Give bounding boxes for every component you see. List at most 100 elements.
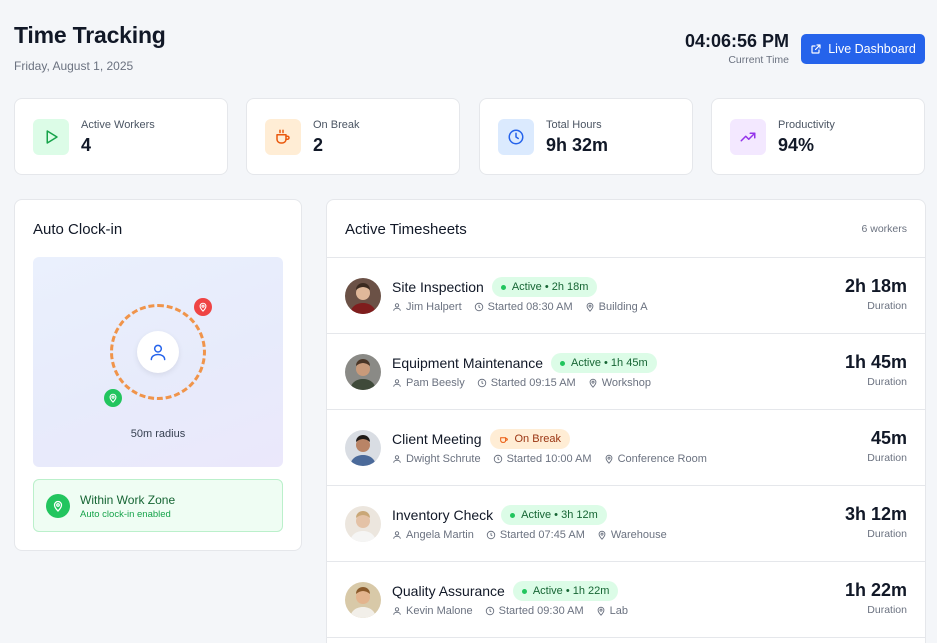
external-link-icon: [811, 44, 821, 54]
stat-card-on-break: On Break 2: [246, 98, 460, 175]
worker-name: Angela Martin: [406, 529, 474, 541]
job-title: Inventory Check: [392, 507, 494, 523]
status-badge: Active • 2h 18m: [491, 277, 598, 297]
worker-name: Pam Beesly: [406, 377, 465, 389]
trending-up-icon: [730, 119, 766, 155]
timesheet-row[interactable]: Inventory Check Active • 3h 12m Angela M…: [327, 486, 925, 562]
clock-icon: [474, 302, 483, 312]
map-pin-icon: [46, 494, 70, 518]
worker-name: Jim Halpert: [406, 301, 462, 313]
duration-value: 45m: [870, 428, 907, 448]
start-time: Started 09:15 AM: [490, 377, 576, 389]
page-header: Time Tracking Friday, August 1, 2025 04:…: [14, 22, 925, 78]
duration-value: 1h 22m: [844, 580, 907, 600]
timesheet-row[interactable]: Equipment Maintenance Active • 1h 45m Pa…: [327, 334, 925, 410]
status-text: On Break: [514, 433, 561, 445]
user-icon: [393, 607, 401, 615]
stat-card-total-hours: Total Hours 9h 32m: [479, 98, 693, 175]
geofence-map: 50m radius: [33, 257, 283, 467]
timesheet-row[interactable]: Client Meeting On Break Dwight Schrute S…: [327, 410, 925, 486]
start-time: Started 09:30 AM: [498, 605, 584, 617]
stat-card-active-workers: Active Workers 4: [14, 98, 228, 175]
status-text: Active • 1h 22m: [532, 585, 610, 597]
avatar: [345, 506, 381, 542]
user-icon: [150, 344, 166, 361]
status-dot: [500, 284, 506, 290]
start-time: Started 10:00 AM: [506, 453, 592, 465]
map-pin-icon: [104, 389, 122, 407]
start-time: Started 07:45 AM: [499, 529, 585, 541]
map-pin-icon: [598, 530, 606, 540]
status-badge: Active • 1h 22m: [512, 581, 619, 601]
clock-icon: [493, 454, 502, 464]
status-text: Active • 1h 45m: [571, 357, 648, 369]
stat-label: Active Workers: [81, 119, 155, 131]
user-location-marker: [137, 331, 179, 373]
status-badge: On Break: [489, 429, 570, 449]
auto-clock-in-card: Auto Clock-in 50m radius Within Work Zon…: [14, 199, 302, 551]
live-dashboard-label: Live Dashboard: [828, 42, 916, 56]
user-icon: [393, 455, 401, 463]
duration-label: Duration: [867, 300, 907, 312]
avatar: [345, 354, 381, 390]
job-title: Client Meeting: [392, 431, 482, 447]
stat-value: 94%: [778, 135, 815, 155]
map-pin-icon: [194, 298, 212, 316]
user-icon: [393, 303, 401, 311]
stat-label: On Break: [313, 119, 360, 131]
current-time-label: Current Time: [728, 54, 789, 66]
clock-icon: [477, 378, 486, 388]
work-zone-status: Within Work Zone Auto clock-in enabled: [33, 479, 283, 532]
location: Building A: [598, 301, 648, 313]
job-title: Equipment Maintenance: [392, 355, 543, 371]
status-dot: [521, 588, 527, 594]
map-pin-icon: [605, 454, 612, 464]
clock-icon: [486, 530, 496, 540]
stat-value: 2: [313, 135, 324, 155]
stat-value: 4: [81, 135, 92, 155]
stat-card-productivity: Productivity 94%: [711, 98, 925, 175]
duration-value: 1h 45m: [844, 352, 907, 372]
workers-count: 6 workers: [861, 223, 907, 235]
duration-value: 3h 12m: [844, 504, 907, 524]
stat-label: Total Hours: [546, 119, 602, 131]
timesheets-title: Active Timesheets: [345, 221, 467, 238]
work-zone-subtitle: Auto clock-in enabled: [80, 509, 171, 520]
map-pin-icon: [589, 378, 597, 388]
map-pin-icon: [586, 302, 594, 312]
status-dot: [510, 512, 516, 518]
avatar: [345, 278, 381, 314]
worker-name: Dwight Schrute: [406, 453, 481, 465]
avatar: [345, 430, 381, 466]
status-badge: Active • 1h 45m: [551, 353, 657, 373]
duration-label: Duration: [867, 604, 907, 616]
duration-label: Duration: [867, 528, 907, 540]
timesheets-header: Active Timesheets 6 workers: [327, 200, 925, 258]
duration-value: 2h 18m: [844, 276, 907, 296]
timesheet-row[interactable]: Quality Assurance Active • 1h 22m Kevin …: [327, 562, 925, 638]
stat-value: 9h 32m: [546, 135, 609, 155]
live-dashboard-button[interactable]: Live Dashboard: [801, 34, 925, 64]
job-title: Site Inspection: [392, 279, 484, 295]
user-icon: [393, 379, 401, 387]
current-time: 04:06:56 PM: [684, 31, 789, 51]
map-pin-icon: [597, 606, 605, 616]
stat-label: Productivity: [778, 119, 835, 131]
location: Workshop: [601, 377, 652, 389]
clock-icon: [485, 606, 494, 616]
radius-label: 50m radius: [130, 428, 186, 440]
timesheet-row[interactable]: Site Inspection Active • 2h 18m Jim Halp…: [327, 258, 925, 334]
status-dot: [560, 360, 565, 366]
duration-label: Duration: [867, 376, 907, 388]
location: Lab: [609, 605, 629, 617]
work-zone-title: Within Work Zone: [80, 493, 176, 507]
worker-name: Kevin Malone: [406, 605, 473, 617]
location: Warehouse: [610, 529, 667, 541]
status-text: Active • 3h 12m: [521, 509, 598, 521]
location: Conference Room: [617, 453, 707, 465]
auto-clock-in-title: Auto Clock-in: [33, 221, 123, 238]
clock-icon: [498, 119, 534, 155]
coffee-icon: [499, 437, 508, 443]
current-time-block: 04:06:56 PM Current Time: [685, 31, 789, 66]
play-icon: [33, 119, 69, 155]
